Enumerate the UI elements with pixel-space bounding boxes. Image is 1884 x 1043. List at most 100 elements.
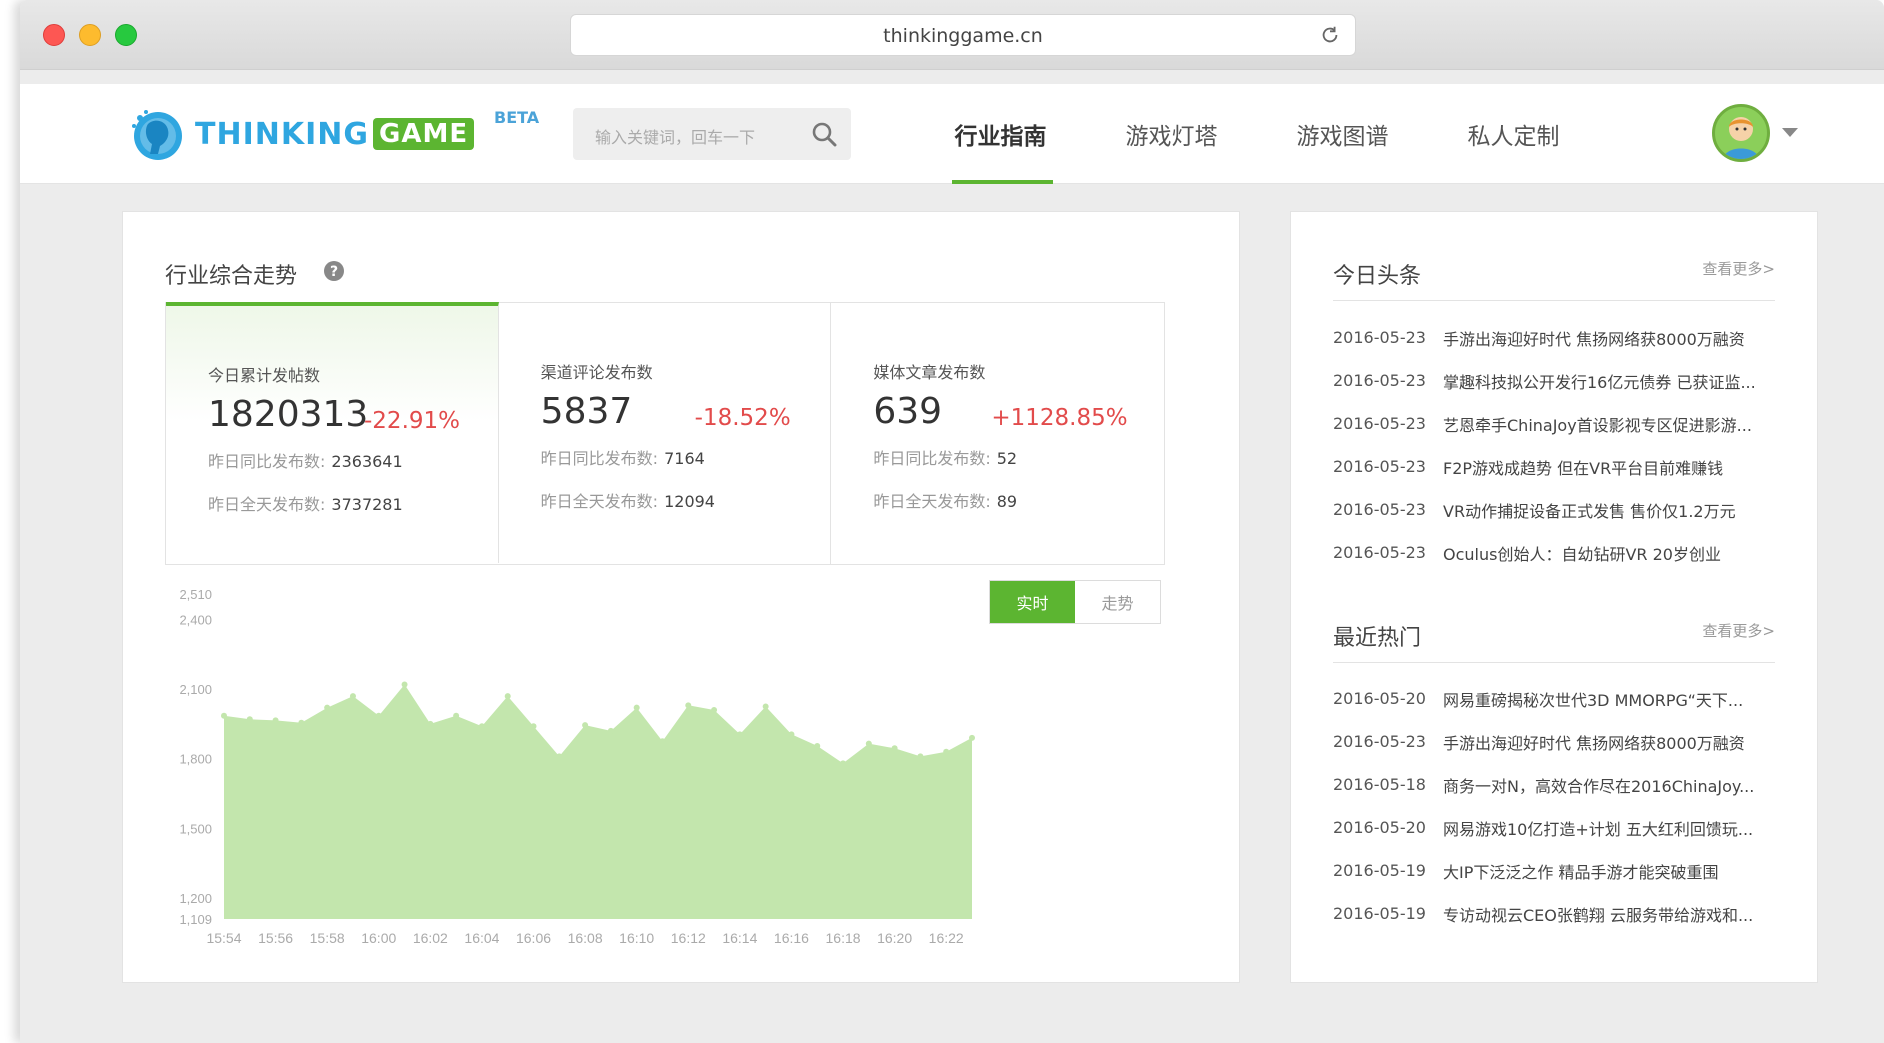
data-point[interactable] xyxy=(427,720,434,727)
data-point[interactable] xyxy=(969,734,975,741)
news-date: 2016-05-18 xyxy=(1333,775,1426,794)
data-point[interactable] xyxy=(865,740,872,747)
data-point[interactable] xyxy=(633,704,640,711)
news-item[interactable]: 2016-05-19 专访动视云CEO张鹤翔 云服务带给游戏和... xyxy=(1333,892,1777,935)
news-date: 2016-05-23 xyxy=(1333,732,1426,751)
divider xyxy=(1333,662,1775,663)
stat-card-comments[interactable]: 渠道评论发布数 5837 -18.52% 昨日同比发布数: 7164 昨日全天发布… xyxy=(499,303,832,564)
data-point[interactable] xyxy=(736,731,743,738)
nav-private-custom[interactable]: 私人定制 xyxy=(1428,84,1599,184)
address-bar[interactable]: thinkinggame.cn xyxy=(570,14,1356,56)
headlines-list: 2016-05-23 手游出海迎好时代 焦扬网络获8000万融资 2016-05-2… xyxy=(1333,316,1777,574)
address-url: thinkinggame.cn xyxy=(883,25,1043,47)
data-point[interactable] xyxy=(607,727,614,734)
news-title[interactable]: 网易游戏10亿打造+计划 五大红利回馈玩... xyxy=(1443,816,1753,840)
news-title[interactable]: 掌趣科技拟公开发行16亿元债券 已获证监... xyxy=(1443,369,1756,393)
data-point[interactable] xyxy=(453,712,460,719)
news-title[interactable]: 手游出海迎好时代 焦扬网络获8000万融资 xyxy=(1443,326,1745,350)
news-item[interactable]: 2016-05-18 商务一对N，高效合作尽在2016ChinaJoy... xyxy=(1333,763,1777,806)
data-point[interactable] xyxy=(324,704,331,711)
data-point[interactable] xyxy=(582,722,589,729)
news-item[interactable]: 2016-05-23 Oculus创始人：自幼钻研VR 20岁创业 xyxy=(1333,531,1777,574)
news-title[interactable]: 网易重磅揭秘次世代3D MMORPG“天下... xyxy=(1443,687,1743,711)
stat-value: 5837 xyxy=(540,391,633,432)
panel-title: 行业综合走势 xyxy=(165,264,298,289)
avatar[interactable] xyxy=(1712,104,1770,162)
hot-more-link[interactable]: 查看更多> xyxy=(1702,620,1775,641)
x-tick-label: 16:20 xyxy=(877,930,912,946)
data-point[interactable] xyxy=(246,716,253,723)
news-title[interactable]: Oculus创始人：自幼钻研VR 20岁创业 xyxy=(1443,541,1721,565)
data-point[interactable] xyxy=(298,719,305,726)
stat-label: 今日累计发帖数 xyxy=(208,366,321,385)
stat-change: -22.91% xyxy=(364,408,460,434)
data-point[interactable] xyxy=(917,753,924,760)
logo-head-icon[interactable] xyxy=(128,106,184,162)
industry-trend-panel: 行业综合走势 ? 今日累计发帖数 1820313 -22.91% 昨日同比发布数… xyxy=(122,211,1240,983)
x-tick-label: 16:18 xyxy=(826,930,861,946)
news-title[interactable]: 手游出海迎好时代 焦扬网络获8000万融资 xyxy=(1443,730,1745,754)
x-tick-label: 15:58 xyxy=(310,930,345,946)
data-point[interactable] xyxy=(272,717,279,724)
data-point[interactable] xyxy=(221,712,227,719)
news-item[interactable]: 2016-05-23 手游出海迎好时代 焦扬网络获8000万融资 xyxy=(1333,720,1777,763)
headlines-more-link[interactable]: 查看更多> xyxy=(1702,258,1775,279)
area-series[interactable] xyxy=(224,684,972,920)
stat-change: -18.52% xyxy=(694,405,791,431)
data-point[interactable] xyxy=(788,731,795,738)
minimize-window-button[interactable] xyxy=(79,24,101,46)
close-window-button[interactable] xyxy=(43,24,65,46)
news-date: 2016-05-23 xyxy=(1333,328,1426,347)
logo-wordmark[interactable]: THINKING GAME xyxy=(195,114,475,154)
logo-main-text: THINKING xyxy=(195,116,369,152)
data-point[interactable] xyxy=(711,706,718,713)
search-input[interactable]: 输入关键词，回车一下 xyxy=(573,108,851,160)
data-point[interactable] xyxy=(556,753,563,760)
news-title[interactable]: 艺恩牵手ChinaJoy首设影视专区促进影游... xyxy=(1443,412,1752,436)
y-tick-label: 2,100 xyxy=(179,682,212,697)
news-title[interactable]: 大IP下泛泛之作 精品手游才能突破重围 xyxy=(1443,859,1718,883)
maximize-window-button[interactable] xyxy=(115,24,137,46)
user-avatar-icon xyxy=(1723,117,1759,159)
nav-game-graph[interactable]: 游戏图谱 xyxy=(1257,84,1428,184)
news-item[interactable]: 2016-05-23 掌趣科技拟公开发行16亿元债券 已获证监... xyxy=(1333,359,1777,402)
stat-card-articles[interactable]: 媒体文章发布数 639 +1128.85% 昨日同比发布数: 52 昨日全天发布数… xyxy=(831,303,1164,564)
news-item[interactable]: 2016-05-23 手游出海迎好时代 焦扬网络获8000万融资 xyxy=(1333,316,1777,359)
stat-yesterday-total: 昨日全天发布数: 89 xyxy=(873,492,1018,511)
data-point[interactable] xyxy=(478,723,485,730)
news-item[interactable]: 2016-05-23 艺恩牵手ChinaJoy首设影视专区促进影游... xyxy=(1333,402,1777,445)
data-point[interactable] xyxy=(659,738,666,745)
data-point[interactable] xyxy=(840,760,847,767)
data-point[interactable] xyxy=(943,748,950,755)
chevron-down-icon[interactable] xyxy=(1782,128,1798,138)
data-point[interactable] xyxy=(762,703,769,710)
news-item[interactable]: 2016-05-20 网易游戏10亿打造+计划 五大红利回馈玩... xyxy=(1333,806,1777,849)
hot-list: 2016-05-20 网易重磅揭秘次世代3D MMORPG“天下... 2016-0… xyxy=(1333,677,1777,935)
news-item[interactable]: 2016-05-20 网易重磅揭秘次世代3D MMORPG“天下... xyxy=(1333,677,1777,720)
data-point[interactable] xyxy=(530,723,537,730)
reload-icon[interactable] xyxy=(1319,24,1341,46)
divider xyxy=(1333,300,1775,301)
news-title[interactable]: F2P游戏成趋势 但在VR平台目前难赚钱 xyxy=(1443,455,1723,479)
data-point[interactable] xyxy=(349,693,356,700)
data-point[interactable] xyxy=(685,702,692,709)
news-item[interactable]: 2016-05-23 F2P游戏成趋势 但在VR平台目前难赚钱 xyxy=(1333,445,1777,488)
stat-yesterday-total: 昨日全天发布数: 3737281 xyxy=(208,495,403,514)
news-date: 2016-05-19 xyxy=(1333,904,1426,923)
stat-change: +1128.85% xyxy=(991,405,1128,431)
help-icon[interactable]: ? xyxy=(323,260,345,282)
data-point[interactable] xyxy=(504,693,511,700)
nav-industry-guide[interactable]: 行业指南 xyxy=(915,84,1086,184)
news-item[interactable]: 2016-05-23 VR动作捕捉设备正式发售 售价仅1.2万元 xyxy=(1333,488,1777,531)
news-title[interactable]: 专访动视云CEO张鹤翔 云服务带给游戏和... xyxy=(1443,902,1753,926)
search-icon[interactable] xyxy=(811,121,837,147)
news-title[interactable]: VR动作捕捉设备正式发售 售价仅1.2万元 xyxy=(1443,498,1736,522)
stat-card-posts[interactable]: 今日累计发帖数 1820313 -22.91% 昨日同比发布数: 2363641 … xyxy=(166,302,499,563)
nav-game-lighthouse[interactable]: 游戏灯塔 xyxy=(1086,84,1257,184)
data-point[interactable] xyxy=(814,742,821,749)
data-point[interactable] xyxy=(891,745,898,752)
data-point[interactable] xyxy=(401,681,408,688)
data-point[interactable] xyxy=(375,712,382,719)
news-title[interactable]: 商务一对N，高效合作尽在2016ChinaJoy... xyxy=(1443,773,1754,797)
news-item[interactable]: 2016-05-19 大IP下泛泛之作 精品手游才能突破重围 xyxy=(1333,849,1777,892)
